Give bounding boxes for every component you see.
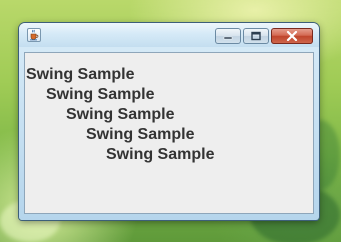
app-window: Swing Sample Swing Sample Swing Sample S… bbox=[19, 23, 319, 220]
content-panel: Swing Sample Swing Sample Swing Sample S… bbox=[25, 53, 313, 213]
minimize-button[interactable] bbox=[215, 28, 241, 44]
sample-label-3: Swing Sample bbox=[66, 106, 175, 123]
title-bar[interactable] bbox=[19, 23, 319, 47]
sample-label-5: Swing Sample bbox=[106, 146, 215, 163]
sample-label-2: Swing Sample bbox=[46, 86, 155, 103]
sample-label-1: Swing Sample bbox=[26, 66, 135, 83]
window-controls bbox=[215, 28, 313, 44]
sample-label-4: Swing Sample bbox=[86, 126, 195, 143]
java-cup-icon[interactable] bbox=[27, 28, 41, 42]
maximize-icon bbox=[251, 31, 261, 41]
maximize-button[interactable] bbox=[243, 28, 269, 44]
minimize-icon bbox=[223, 36, 233, 40]
close-icon bbox=[286, 31, 298, 41]
close-button[interactable] bbox=[271, 28, 313, 44]
